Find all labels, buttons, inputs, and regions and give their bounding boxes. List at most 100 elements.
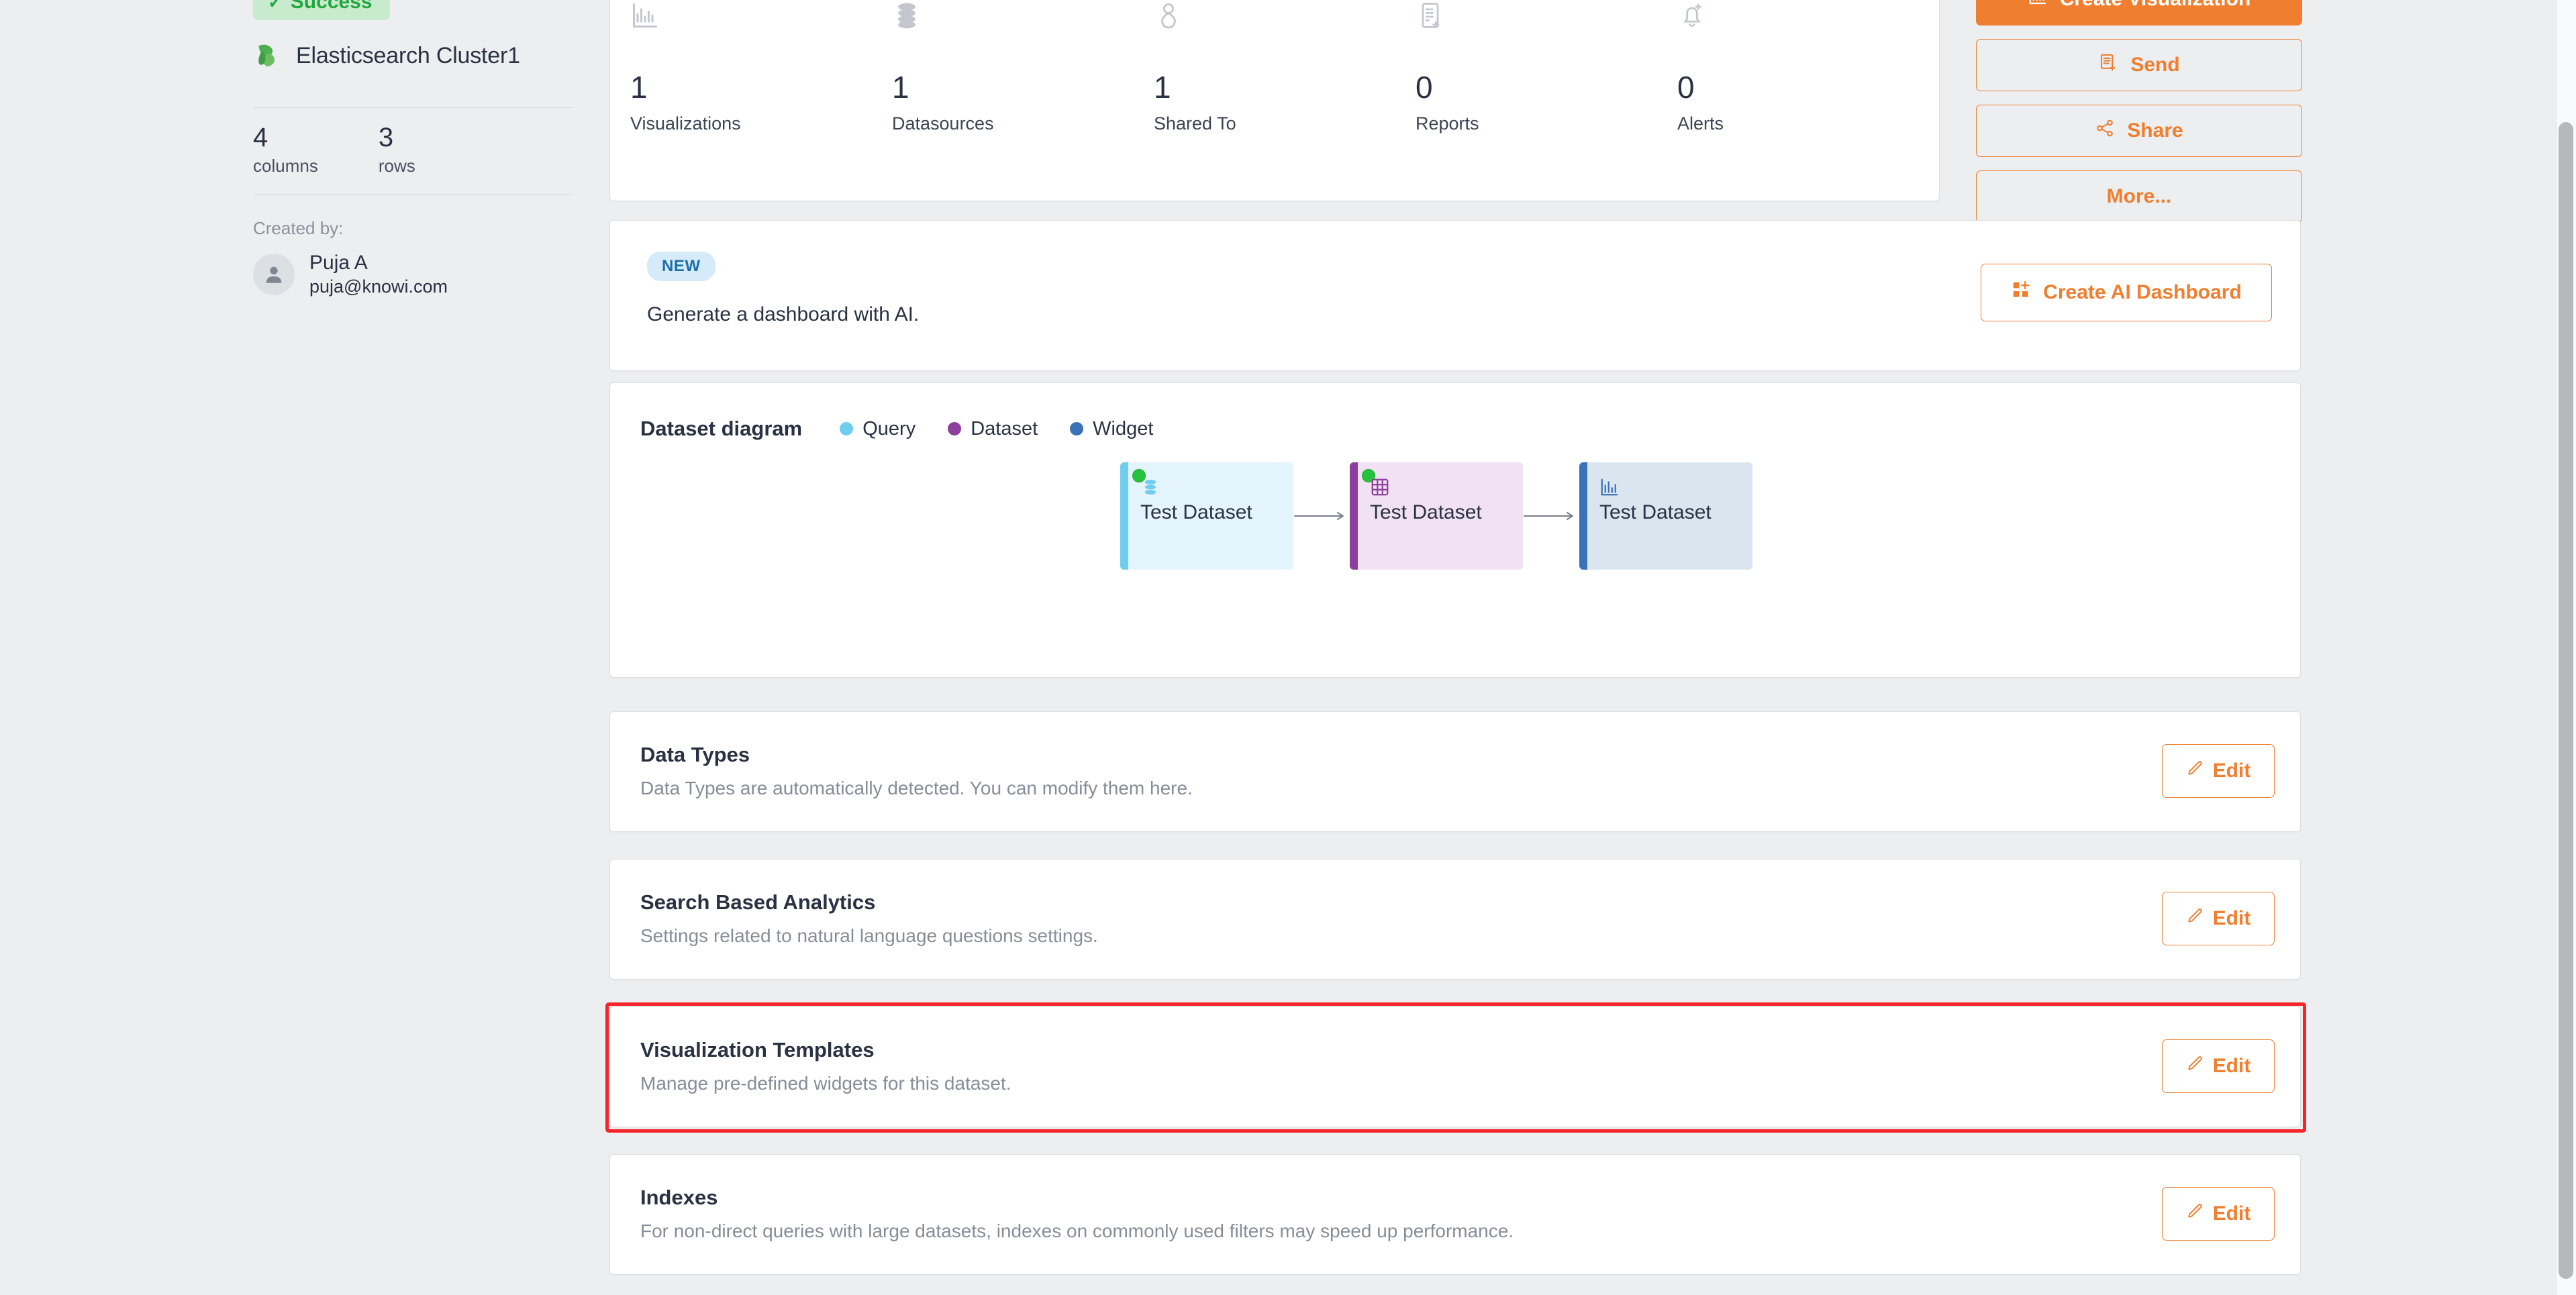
database-icon [1140, 477, 1160, 501]
creator-email: puja@knowi.com [309, 276, 448, 299]
row-description: Data Types are automatically detected. Y… [640, 778, 1193, 799]
bell-icon [1677, 1, 1939, 36]
row-title: Search Based Analytics [640, 890, 875, 915]
count-rows-value: 3 [379, 122, 415, 153]
vertical-scrollbar-track[interactable] [2556, 0, 2576, 1295]
node-label-query: Test Dataset [1140, 501, 1252, 524]
dataset-counts: 4 columns 3 rows [253, 122, 415, 176]
edit-button-indexes[interactable]: Edit [2162, 1187, 2275, 1241]
database-icon [892, 1, 1154, 36]
more-label: More... [2107, 185, 2172, 208]
diagram-title: Dataset diagram [640, 417, 802, 441]
person-icon [1154, 1, 1416, 36]
stat-datasources-value: 1 [892, 72, 1154, 103]
row-title: Visualization Templates [640, 1038, 875, 1062]
stat-visualizations: 1 Visualizations [630, 1, 892, 134]
diagram-legend: Query Dataset Widget [840, 418, 1153, 440]
stat-shared-to-label: Shared To [1154, 113, 1416, 134]
diagram-node-widget[interactable]: Test Dataset [1579, 462, 1752, 570]
send-doc-icon [2098, 52, 2118, 78]
node-stripe [1579, 462, 1587, 570]
share-label: Share [2127, 119, 2183, 142]
highlight-outline [605, 1002, 2306, 1133]
edit-label: Edit [2213, 907, 2251, 930]
row-description: Settings related to natural language que… [640, 925, 1098, 947]
main-content: 1 Visualizations 1 Datasources [609, 0, 2576, 1295]
stat-alerts-value: 0 [1677, 72, 1939, 103]
edit-button-search-based-analytics[interactable]: Edit [2162, 892, 2275, 945]
ai-grid-icon [2011, 280, 2031, 305]
count-rows-label: rows [379, 156, 415, 176]
flow-arrow-1 [1293, 506, 1350, 526]
sidebar-divider-top [253, 107, 573, 108]
legend-dot-dataset [948, 422, 961, 435]
vertical-scrollbar-thumb[interactable] [2559, 122, 2573, 1279]
stat-datasources: 1 Datasources [892, 1, 1154, 134]
legend-item-widget: Widget [1070, 418, 1153, 440]
edit-button-data-types[interactable]: Edit [2162, 744, 2275, 798]
diagram-header: Dataset diagram Query Dataset Widget [640, 417, 1153, 441]
share-button[interactable]: Share [1976, 105, 2302, 157]
node-stripe [1350, 462, 1358, 570]
settings-row-search-based-analytics: Search Based Analytics Settings related … [609, 859, 2301, 980]
pencil-icon [2186, 1202, 2203, 1225]
legend-label-widget: Widget [1093, 418, 1153, 440]
dataset-diagram-card: Dataset diagram Query Dataset Widget [609, 382, 2301, 678]
flow-arrow-2 [1523, 506, 1579, 526]
action-buttons: Create Visualization Send [1976, 0, 2302, 223]
pencil-icon [2186, 907, 2203, 930]
send-label: Send [2130, 54, 2179, 76]
row-title: Data Types [640, 743, 750, 767]
row-description: For non-direct queries with large datase… [640, 1221, 1514, 1242]
stat-alerts: 0 Alerts [1677, 1, 1939, 134]
node-label-widget: Test Dataset [1599, 501, 1712, 524]
stat-reports-label: Reports [1416, 113, 1677, 134]
row-title: Indexes [640, 1186, 717, 1210]
bar-chart-icon [1599, 477, 1620, 501]
create-ai-dashboard-button[interactable]: Create AI Dashboard [1981, 264, 2272, 321]
count-columns-label: columns [253, 156, 318, 176]
created-by-label: Created by: [253, 218, 343, 239]
stats-card: 1 Visualizations 1 Datasources [609, 0, 1940, 201]
more-button[interactable]: More... [1976, 170, 2302, 223]
row-description: Manage pre-defined widgets for this data… [640, 1073, 1011, 1094]
create-visualization-button[interactable]: Create Visualization [1976, 0, 2302, 25]
user-icon [262, 263, 285, 286]
legend-dot-query [840, 422, 853, 435]
stat-reports-value: 0 [1416, 72, 1677, 103]
share-icon [2095, 118, 2115, 144]
settings-row-indexes: Indexes For non-direct queries with larg… [609, 1154, 2301, 1275]
check-icon: ✓ [268, 0, 283, 13]
cluster-row: Elasticsearch Cluster1 [253, 42, 520, 70]
edit-button-visualization-templates[interactable]: Edit [2162, 1039, 2275, 1093]
stat-visualizations-value: 1 [630, 72, 892, 103]
report-icon [1416, 1, 1677, 36]
stat-reports: 0 Reports [1416, 1, 1677, 134]
create-ai-dashboard-label: Create AI Dashboard [2043, 281, 2242, 304]
pencil-icon [2186, 760, 2203, 782]
stat-visualizations-label: Visualizations [630, 113, 892, 134]
stat-alerts-label: Alerts [1677, 113, 1939, 134]
creator-block: Puja A puja@knowi.com [253, 250, 448, 298]
bar-chart-icon [630, 1, 892, 36]
legend-item-query: Query [840, 418, 915, 440]
settings-row-data-types: Data Types Data Types are automatically … [609, 711, 2301, 832]
diagram-node-query[interactable]: Test Dataset [1120, 462, 1293, 570]
diagram-flow: Test Dataset Test [1120, 462, 1752, 570]
right-gutter [2517, 0, 2556, 1295]
dataset-sidebar: ✓ Success Elasticsearch Cluster1 4 colum… [0, 0, 609, 1295]
create-visualization-label: Create Visualization [2060, 0, 2251, 11]
edit-label: Edit [2213, 1055, 2251, 1078]
legend-label-query: Query [862, 418, 915, 440]
new-badge: NEW [647, 252, 715, 281]
diagram-node-dataset[interactable]: Test Dataset [1350, 462, 1523, 570]
settings-row-visualization-templates: Visualization Templates Manage pre-defin… [609, 1006, 2301, 1127]
node-label-dataset: Test Dataset [1370, 501, 1482, 524]
cluster-name: Elasticsearch Cluster1 [296, 43, 520, 69]
send-button[interactable]: Send [1976, 39, 2302, 91]
bar-chart-icon [2028, 0, 2048, 12]
count-rows: 3 rows [379, 122, 415, 176]
ai-dashboard-card: NEW Generate a dashboard with AI. Create… [609, 220, 2301, 371]
avatar [253, 254, 295, 295]
legend-item-dataset: Dataset [948, 418, 1038, 440]
